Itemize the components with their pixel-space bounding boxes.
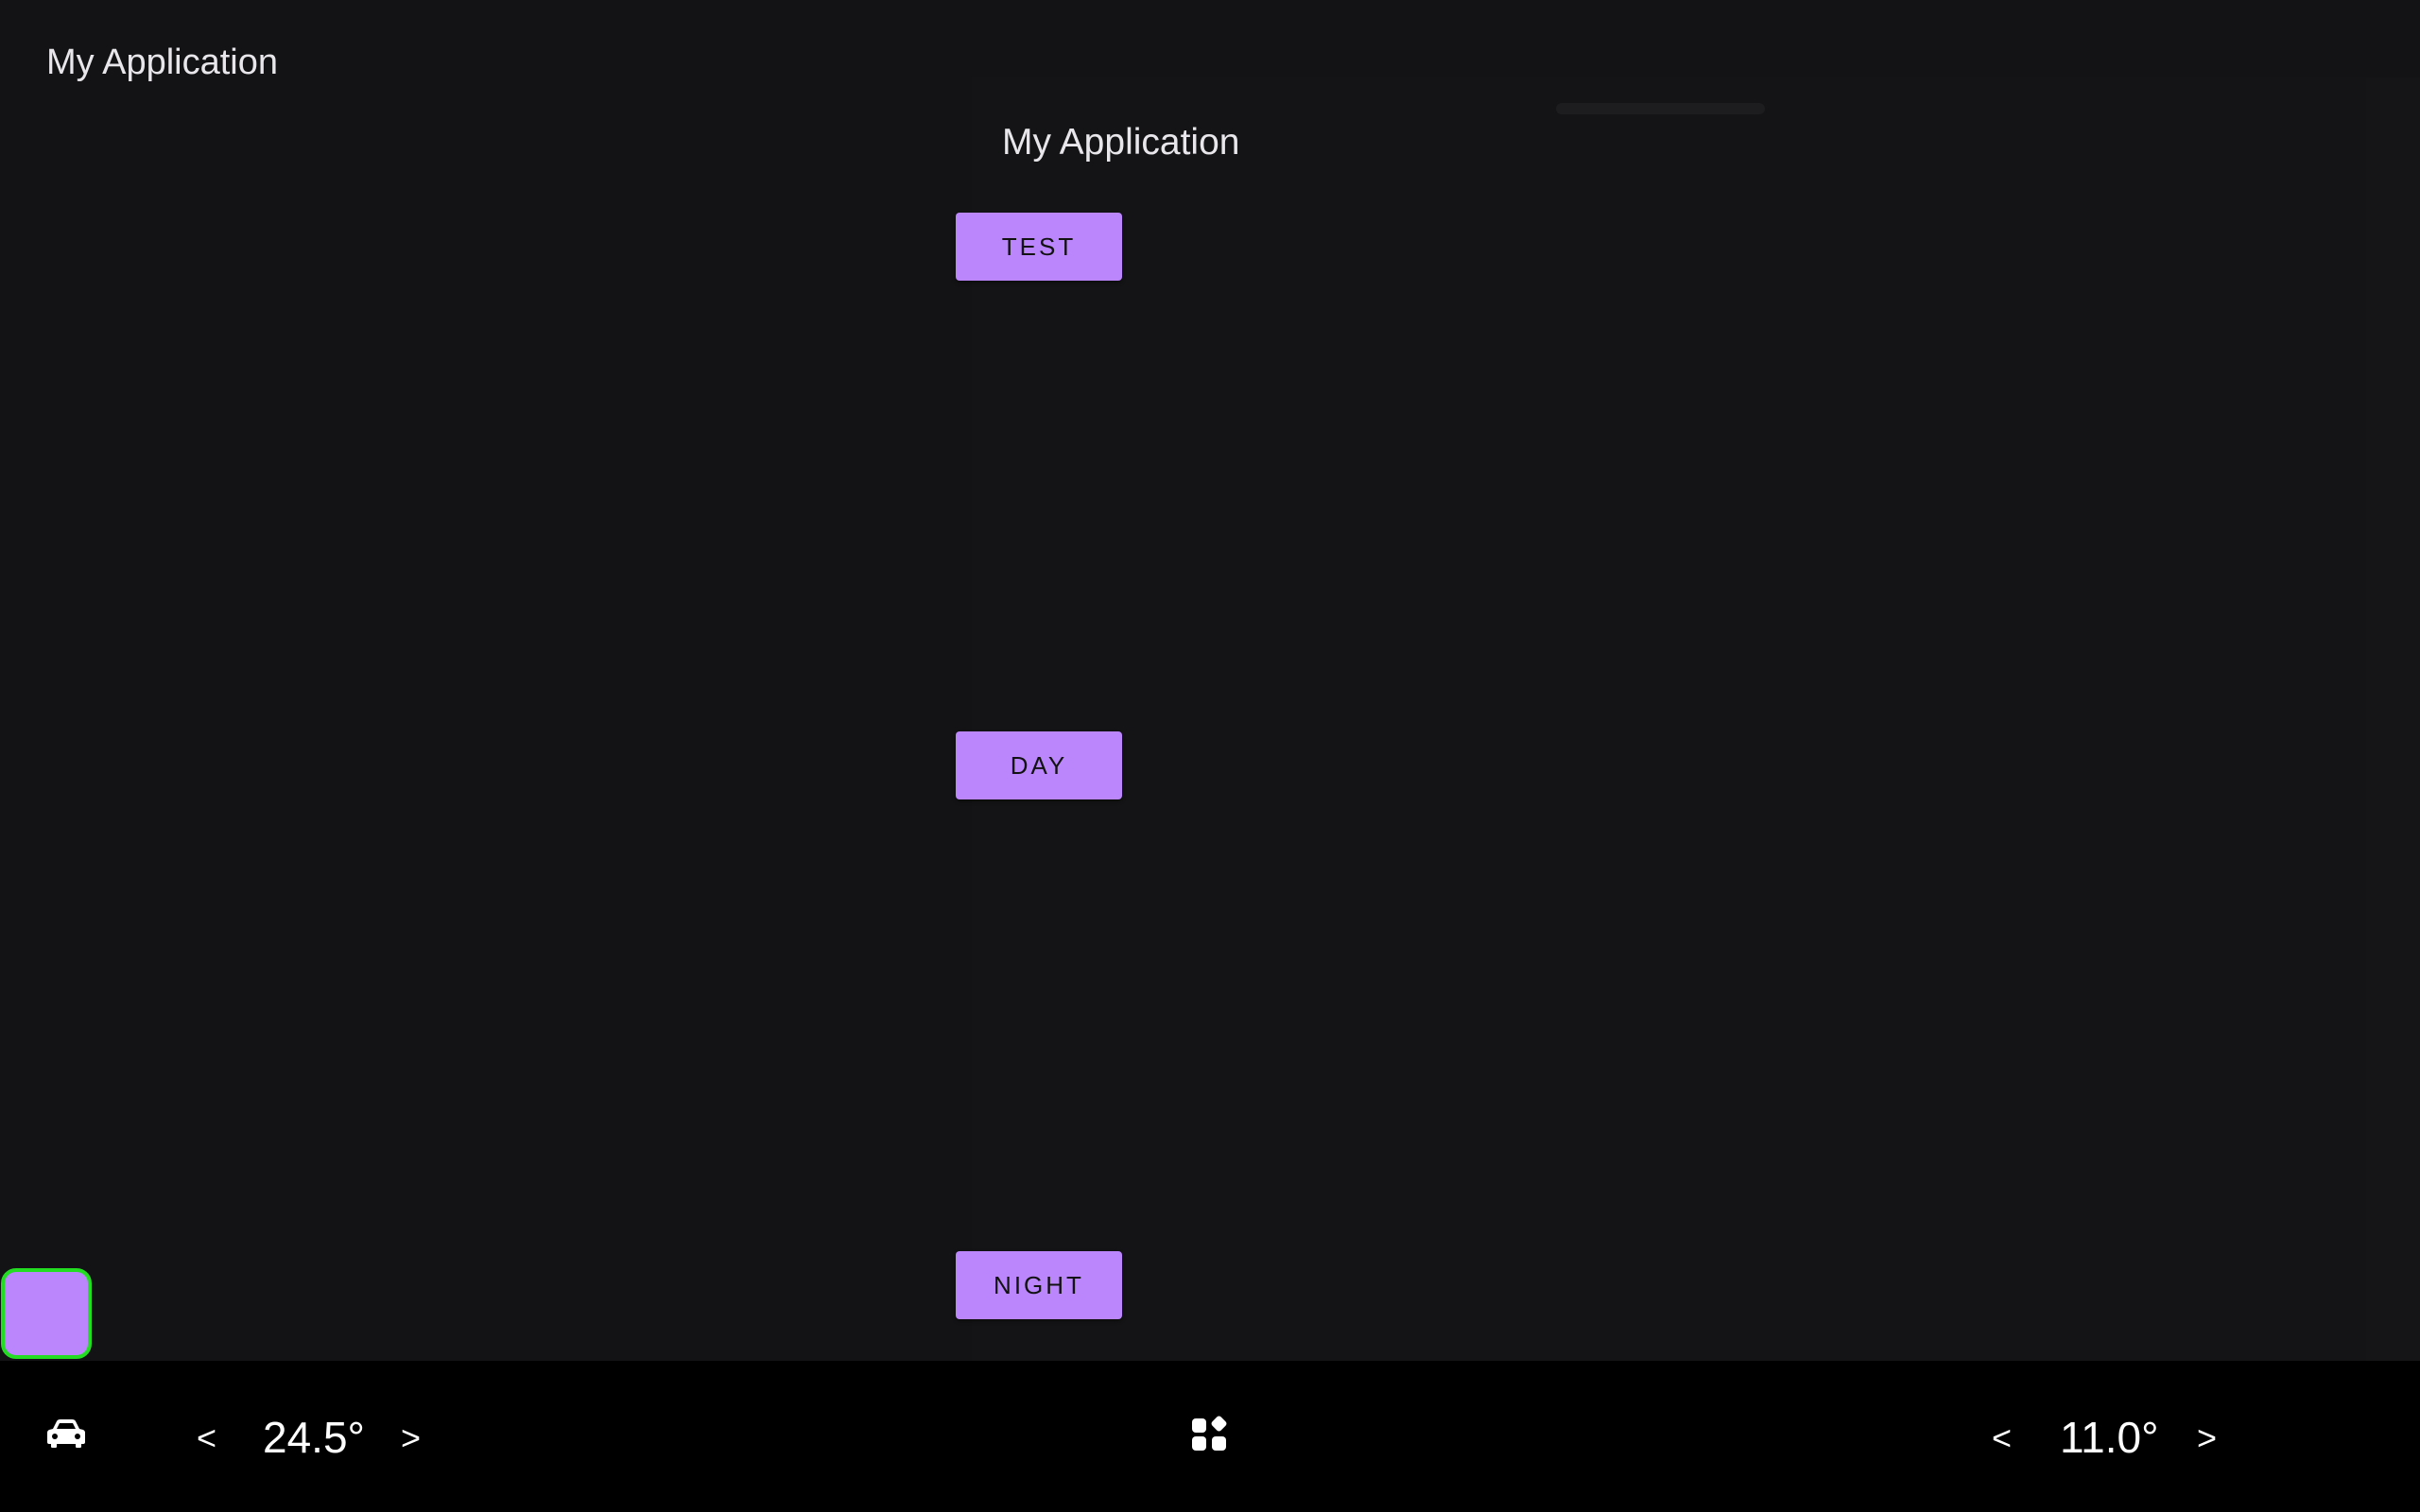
focused-item[interactable] (1, 1268, 92, 1359)
day-button[interactable]: DAY (956, 731, 1122, 799)
content-panel (972, 77, 2366, 1361)
right-temp-decrease-button[interactable]: < (1992, 1419, 2012, 1457)
app-window: My Application My Application TEST DAY N… (0, 0, 2420, 1512)
drag-handle[interactable] (1556, 103, 1765, 114)
right-temp-increase-button[interactable]: > (2197, 1419, 2217, 1457)
left-temp-decrease-button[interactable]: < (197, 1419, 216, 1457)
app-title: My Application (46, 43, 279, 82)
left-temp-increase-button[interactable]: > (401, 1419, 421, 1457)
night-button[interactable]: NIGHT (956, 1251, 1122, 1319)
panel-title: My Application (1002, 122, 1240, 163)
test-button[interactable]: TEST (956, 213, 1122, 281)
apps-grid-icon[interactable] (1191, 1416, 1229, 1453)
panel-edge (2366, 77, 2420, 1361)
right-temperature: 11.0° (2060, 1413, 2159, 1462)
car-icon[interactable] (45, 1418, 87, 1450)
left-temperature: 24.5° (263, 1413, 365, 1462)
